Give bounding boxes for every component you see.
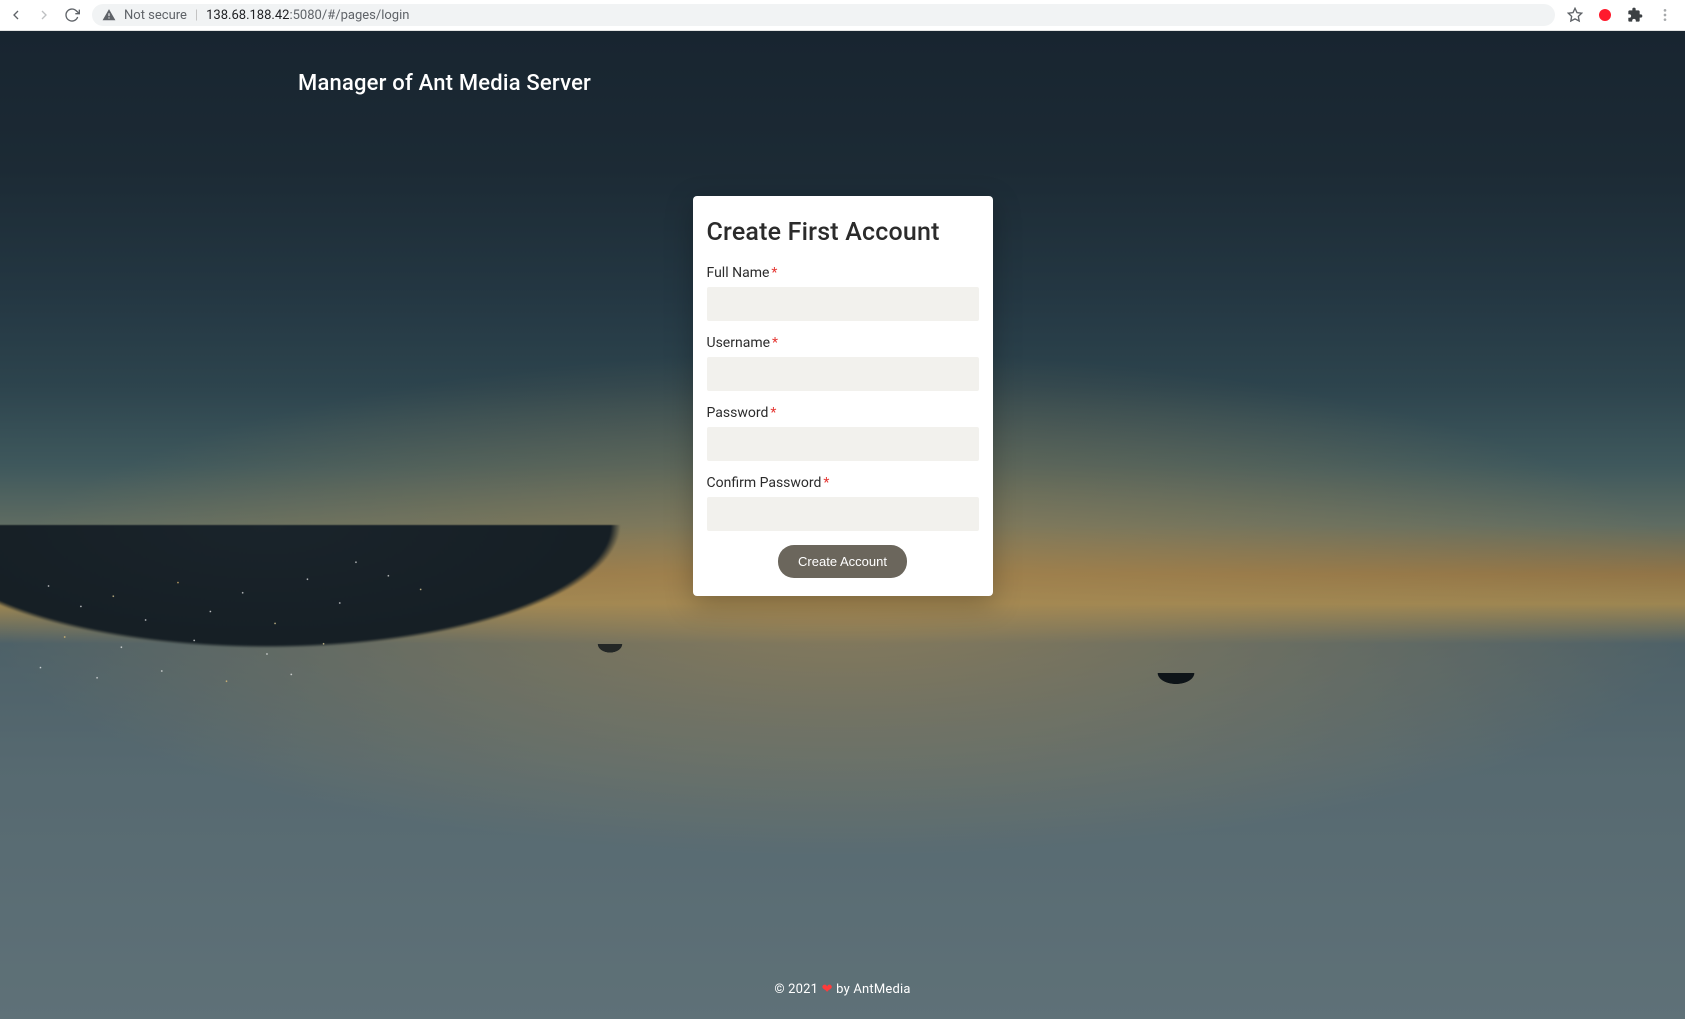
back-icon[interactable] [8,7,24,23]
required-mark: * [771,265,777,281]
create-account-button[interactable]: Create Account [778,545,907,578]
reload-icon[interactable] [64,7,80,23]
page-background: Manager of Ant Media Server Create First… [0,31,1685,1019]
bg-boat [1146,673,1206,691]
not-secure-icon [102,8,116,22]
password-input[interactable] [707,427,979,461]
footer-copyright: © 2021 [774,982,818,997]
card-title: Create First Account [707,218,979,247]
bookmark-star-icon[interactable] [1567,7,1583,23]
heart-icon: ❤ [822,982,833,997]
full-name-label: Full Name* [707,265,979,281]
browser-toolbar: Not secure | 138.68.188.42:5080/#/pages/… [0,0,1685,31]
confirm-password-label: Confirm Password* [707,475,979,491]
username-input[interactable] [707,357,979,391]
security-label: Not secure [124,8,187,23]
required-mark: * [823,475,829,491]
required-mark: * [772,335,778,351]
footer: © 2021 ❤ by AntMedia [0,982,1685,997]
password-label: Password* [707,405,979,421]
footer-by: by AntMedia [836,982,911,997]
create-account-card: Create First Account Full Name* Username… [693,196,993,596]
extensions-puzzle-icon[interactable] [1627,7,1643,23]
bg-hill [0,525,758,715]
page-title: Manager of Ant Media Server [0,31,1685,96]
confirm-password-input[interactable] [707,497,979,531]
extension-opera-icon[interactable] [1597,7,1613,23]
username-label: Username* [707,335,979,351]
forward-icon[interactable] [36,7,52,23]
address-bar[interactable]: Not secure | 138.68.188.42:5080/#/pages/… [92,4,1555,26]
url-host: 138.68.188.42 [206,8,289,23]
address-separator: | [195,8,198,23]
menu-icon[interactable] [1657,7,1673,23]
full-name-input[interactable] [707,287,979,321]
url-path: :5080/#/pages/login [289,8,409,23]
required-mark: * [770,405,776,421]
